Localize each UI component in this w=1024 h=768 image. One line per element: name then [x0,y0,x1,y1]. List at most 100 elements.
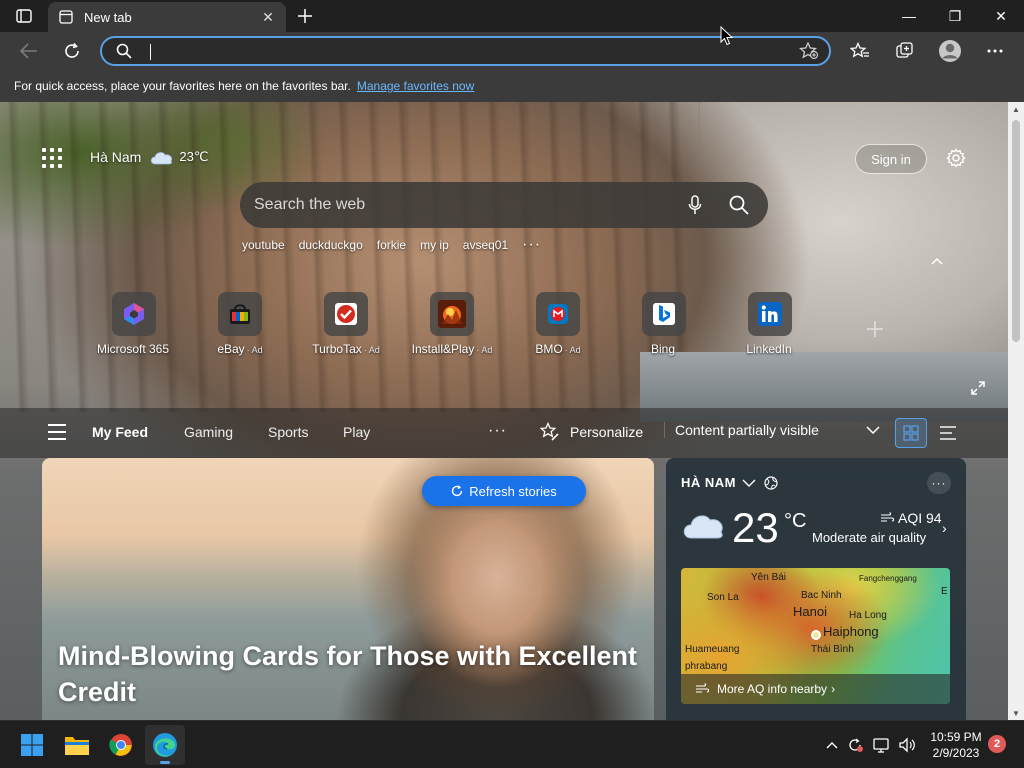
linkedin-icon [748,292,792,336]
tile-label: Bing [650,342,676,356]
title-bar: New tab ✕ — ❐ ✕ [0,0,1024,32]
air-quality-index[interactable]: AQI 94 [880,510,942,526]
start-button[interactable] [12,725,52,765]
personalize-label: Personalize [570,424,644,440]
profile-button[interactable] [935,37,965,65]
map-label: Fangchenggang [859,574,917,583]
quick-search-link[interactable]: my ip [420,238,449,252]
more-aq-info-link[interactable]: More AQ info nearby › [681,674,950,704]
volume-icon[interactable] [897,735,917,755]
weather-location-selector[interactable]: HÀ NAM [681,475,778,490]
air-quality-map[interactable]: Yên Bái Fangchenggang Son La Bac Ninh Ha… [681,568,950,704]
scrollbar-thumb[interactable] [1012,120,1020,342]
taskbar-edge[interactable] [145,725,185,765]
tab-actions-button[interactable] [10,6,38,26]
weather-card[interactable]: HÀ NAM ··· 23 °C AQI 94 Moderate air qua… [666,458,966,720]
scroll-down-arrow-icon[interactable]: ▼ [1008,706,1024,720]
map-label: Thái Bình [811,644,854,655]
scroll-up-arrow-icon[interactable]: ▲ [1008,102,1024,116]
tile-label: TurboTax [312,342,362,356]
weather-more-button[interactable]: ··· [927,472,951,494]
plus-icon [867,321,883,337]
grid-layout-button[interactable] [895,418,927,448]
wind-icon [696,683,709,693]
microphone-icon [688,195,702,214]
bmo-icon [536,292,580,336]
chevron-right-icon[interactable]: › [942,520,947,536]
tab-title: New tab [84,9,132,25]
expand-feed-button[interactable] [968,378,988,398]
content-visibility-dropdown[interactable]: Content partially visible [664,422,880,438]
tray-sync-icon[interactable] [845,735,865,755]
list-layout-button[interactable] [932,418,964,448]
refresh-button[interactable] [57,37,87,65]
feed-navigation: My Feed Gaming Sports Play ··· Personali… [0,408,1008,458]
aqi-value: AQI 94 [898,510,942,526]
collapse-quick-links-button[interactable] [928,252,946,270]
quick-search-link[interactable]: duckduckgo [299,238,363,252]
system-clock[interactable]: 10:59 PM 2/9/2023 [920,729,992,761]
favorites-button[interactable] [845,37,875,65]
more-searches-button[interactable]: ··· [522,236,541,254]
page-settings-button[interactable] [942,144,970,172]
restore-button[interactable]: ❐ [932,0,978,32]
map-label: E [941,586,948,597]
quick-search-link[interactable]: forkie [377,238,406,252]
collections-button[interactable] [890,37,920,65]
tab-close-icon[interactable]: ✕ [260,9,276,25]
tab-play[interactable]: Play [343,424,370,440]
navigation-toolbar [0,32,1024,70]
globe-icon [764,475,778,490]
app-launcher-button[interactable] [40,146,64,170]
more-feed-tabs-button[interactable]: ··· [488,422,507,440]
turbotax-check-icon [324,292,368,336]
quick-link-turbotax[interactable]: TurboTax · Ad [296,292,396,362]
add-quick-link-button[interactable] [864,318,886,340]
new-tab-button[interactable] [292,4,318,28]
chevron-down-icon [866,426,880,434]
quick-link-microsoft-365[interactable]: Microsoft 365 [84,292,184,362]
manage-favorites-link[interactable]: Manage favorites now [357,79,474,93]
page-scrollbar[interactable]: ▲ ▼ [1008,102,1024,720]
hero-story-card[interactable]: Refresh stories Mind-Blowing Cards for T… [42,458,654,720]
sign-in-button[interactable]: Sign in [855,144,927,174]
collections-icon [896,42,913,58]
add-favorite-star-icon[interactable] [799,42,819,60]
taskbar-file-explorer[interactable] [57,725,97,765]
quick-search-link[interactable]: youtube [242,238,285,252]
address-input[interactable] [144,41,799,61]
back-button[interactable] [14,37,44,65]
weather-summary[interactable]: Hà Nam 23℃ [90,146,208,168]
notification-count-badge[interactable]: 2 [988,735,1006,753]
taskbar-chrome[interactable] [101,725,141,765]
feed-menu-button[interactable] [48,424,66,440]
map-label: Hanoi [793,604,827,619]
refresh-stories-button[interactable]: Refresh stories [422,476,586,506]
quick-search-link[interactable]: avseq01 [463,238,508,252]
quick-link-linkedin[interactable]: LinkedIn [720,292,820,362]
quick-link-ebay[interactable]: eBay · Ad [190,292,290,362]
tab-my-feed[interactable]: My Feed [92,424,148,440]
quick-link-install-and-play[interactable]: Install&Play · Ad [402,292,502,362]
network-icon[interactable] [871,735,891,755]
voice-search-button[interactable] [680,190,710,220]
tab-gaming[interactable]: Gaming [184,424,233,440]
map-label: Huameuang [685,644,740,655]
quick-link-bing[interactable]: Bing [614,292,714,362]
map-label: Bac Ninh [801,590,842,601]
settings-and-more-button[interactable] [980,37,1010,65]
show-hidden-icons-button[interactable] [822,735,842,755]
tab-new-tab[interactable]: New tab ✕ [48,2,286,32]
search-submit-button[interactable] [724,190,754,220]
tile-label: Microsoft 365 [96,342,170,356]
tab-sports[interactable]: Sports [268,424,308,440]
quick-link-bmo[interactable]: BMO · Ad [508,292,608,362]
minimize-button[interactable]: — [886,0,932,32]
web-search-input[interactable] [254,196,666,214]
cloud-icon [151,152,173,165]
close-window-button[interactable]: ✕ [978,0,1024,32]
story-headline[interactable]: Mind-Blowing Cards for Those with Excell… [58,638,648,710]
map-label: Haiphong [823,624,879,639]
temperature-unit[interactable]: °C [784,510,806,533]
personalize-button[interactable]: Personalize [540,422,643,442]
